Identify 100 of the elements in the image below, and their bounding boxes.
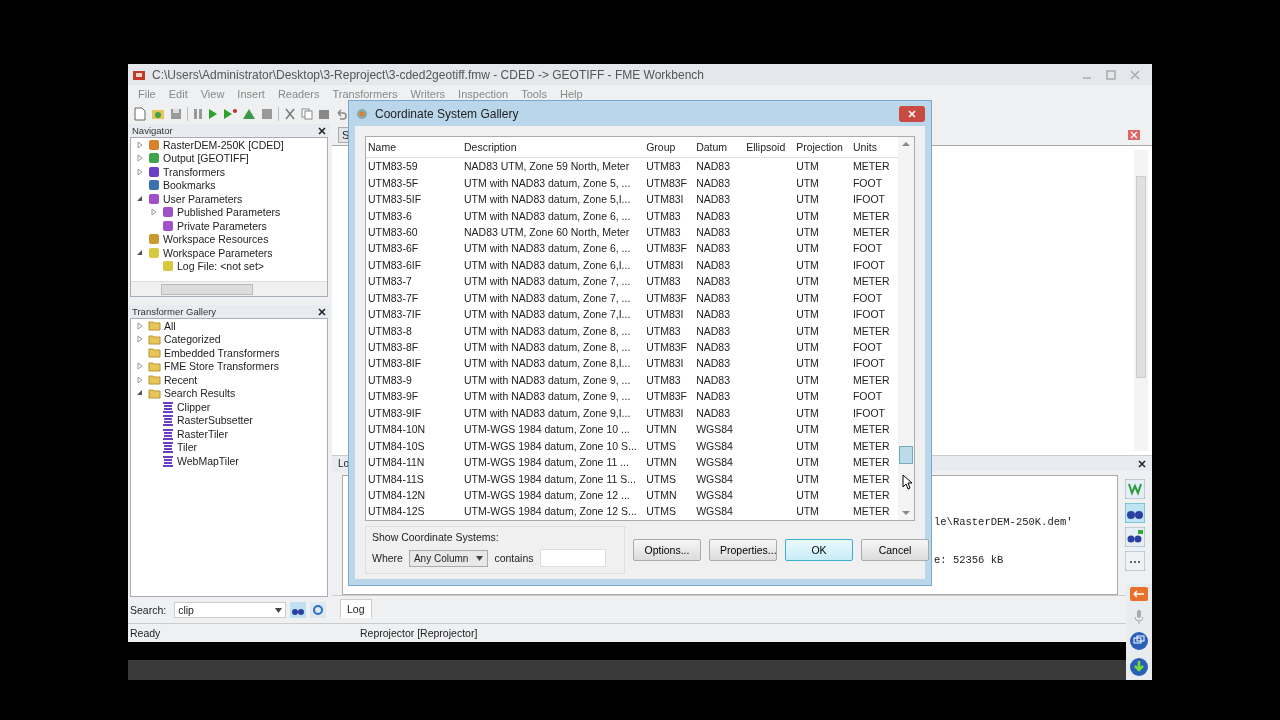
binoculars-icon[interactable] <box>290 602 307 618</box>
stop-icon[interactable] <box>261 107 273 120</box>
tree-item[interactable]: Output [GEOTIFF] <box>163 152 249 165</box>
column-dropdown[interactable]: Any Column <box>408 549 489 567</box>
tree-item[interactable]: Embedded Transformers <box>164 346 280 359</box>
tree-item[interactable]: Bookmarks <box>163 179 216 192</box>
tree-item[interactable]: Transformers <box>163 165 226 178</box>
table-cell: UTM with NAD83 datum, Zone 6, ... <box>464 209 631 222</box>
paste-icon[interactable] <box>318 107 330 120</box>
table-cell: UTM <box>796 505 819 518</box>
dialog-button[interactable]: Cancel <box>861 539 929 561</box>
column-header[interactable]: Units <box>850 141 898 153</box>
table-cell: METER <box>852 423 890 436</box>
play-icon[interactable] <box>208 107 218 120</box>
dropdown-arrow-icon[interactable] <box>275 607 283 613</box>
windows-icon[interactable] <box>1129 631 1149 651</box>
scroll-thumb[interactable] <box>899 446 913 464</box>
log-tab[interactable]: Log <box>340 599 372 618</box>
cut-icon[interactable] <box>284 107 296 120</box>
scrollbar[interactable] <box>1134 150 1148 451</box>
download-icon[interactable] <box>1129 657 1149 677</box>
tree-item[interactable]: Search Results <box>164 387 236 400</box>
tree-item[interactable]: Workspace Resources <box>163 233 269 246</box>
table-cell: METER <box>852 472 890 485</box>
tree-item[interactable]: All <box>164 319 176 332</box>
table-cell: UTM with NAD83 datum, Zone 6,I... <box>464 258 631 271</box>
table-cell: NAD83 <box>696 160 730 173</box>
tree-item[interactable]: RasterSubsetter <box>177 414 253 427</box>
tree-item[interactable]: Log File: <not set> <box>177 260 264 273</box>
table-cell: UTM <box>796 258 819 271</box>
binoculars-icon[interactable] <box>1125 527 1145 547</box>
more-icon[interactable] <box>1125 551 1145 571</box>
inspect-icon[interactable] <box>242 107 256 120</box>
table-cell: UTM83-6F <box>368 242 419 255</box>
tree-item[interactable]: RasterDEM-250K [CDED] <box>163 138 284 151</box>
close-icon[interactable] <box>318 307 326 316</box>
tree-item[interactable]: Clipper <box>177 400 211 413</box>
column-header[interactable]: Name <box>366 141 462 153</box>
tree-item[interactable]: Tiler <box>177 441 198 454</box>
close-button[interactable] <box>899 105 925 122</box>
table-cell: UTM with NAD83 datum, Zone 7, ... <box>464 275 631 288</box>
column-header[interactable]: Description <box>462 141 645 153</box>
table-cell: UTM83 <box>646 225 681 238</box>
collapse-icon[interactable] <box>137 249 143 256</box>
pause-icon[interactable] <box>193 107 203 120</box>
dialog-button[interactable]: Properties... <box>709 539 777 561</box>
new-file-icon[interactable] <box>134 106 146 121</box>
binoculars-icon[interactable] <box>1125 503 1145 523</box>
save-icon[interactable] <box>170 107 182 120</box>
scrollbar[interactable] <box>131 281 327 296</box>
workspace-icon[interactable] <box>1125 479 1145 499</box>
table-cell: IFOOT <box>852 406 886 419</box>
copy-icon[interactable] <box>301 107 313 120</box>
collapse-icon[interactable] <box>137 195 143 202</box>
scrollbar[interactable] <box>898 137 914 520</box>
tree-item[interactable]: Categorized <box>164 333 221 346</box>
dropdown-arrow-icon[interactable] <box>476 555 484 561</box>
close-icon[interactable] <box>318 126 326 135</box>
table-cell: UTM83I <box>646 406 684 419</box>
tree-item[interactable]: Published Parameters <box>177 206 281 219</box>
dialog-button[interactable]: Options... <box>633 539 701 561</box>
table-cell: FOOT <box>852 242 883 255</box>
column-header[interactable]: Ellipsoid <box>744 141 795 153</box>
folder-icon <box>148 347 161 359</box>
table-cell: METER <box>852 456 890 469</box>
table-cell: UTM <box>796 308 819 321</box>
tree-item[interactable]: Recent <box>164 373 198 386</box>
expand-icon[interactable] <box>151 208 157 217</box>
table-cell: UTM83-9IF <box>368 406 422 419</box>
table-cell: WGS84 <box>696 488 733 501</box>
tree-item[interactable]: RasterTiler <box>177 427 228 440</box>
tree-item[interactable]: WebMapTiler <box>177 454 239 467</box>
column-header[interactable]: Group <box>644 141 695 153</box>
play-icon[interactable] <box>223 107 237 120</box>
maximize-button[interactable] <box>1106 69 1116 80</box>
folder-icon <box>148 360 161 372</box>
table-cell: UTM84-10S <box>368 439 425 452</box>
close-icon[interactable] <box>1138 459 1146 468</box>
tree-item[interactable]: User Parameters <box>163 192 243 205</box>
table-cell: NAD83 <box>696 406 730 419</box>
refresh-icon[interactable] <box>310 602 327 618</box>
tree-item[interactable]: FME Store Transformers <box>164 360 279 373</box>
table-cell: UTM83F <box>646 291 687 304</box>
column-header[interactable]: Projection <box>794 141 851 153</box>
open-icon[interactable] <box>151 107 165 120</box>
table-cell: UTM <box>796 488 819 501</box>
table-cell: UTM83F <box>646 242 687 255</box>
dialog-button[interactable]: OK <box>785 539 853 561</box>
column-header[interactable]: Datum <box>694 141 745 153</box>
table-cell: WGS84 <box>696 423 733 436</box>
log-line: e: 52356 kB <box>934 554 1005 568</box>
table-cell: UTM-WGS 1984 datum, Zone 10 S... <box>464 439 637 452</box>
undo-icon[interactable] <box>335 107 347 120</box>
table-cell: IFOOT <box>852 258 886 271</box>
tree-item[interactable]: Workspace Parameters <box>163 246 273 259</box>
collapse-icon[interactable] <box>137 390 143 397</box>
arrow-icon[interactable] <box>1130 587 1148 601</box>
tree-item[interactable]: Private Parameters <box>177 219 267 232</box>
search-field[interactable]: clip <box>174 602 287 618</box>
filter-input[interactable] <box>539 549 606 567</box>
